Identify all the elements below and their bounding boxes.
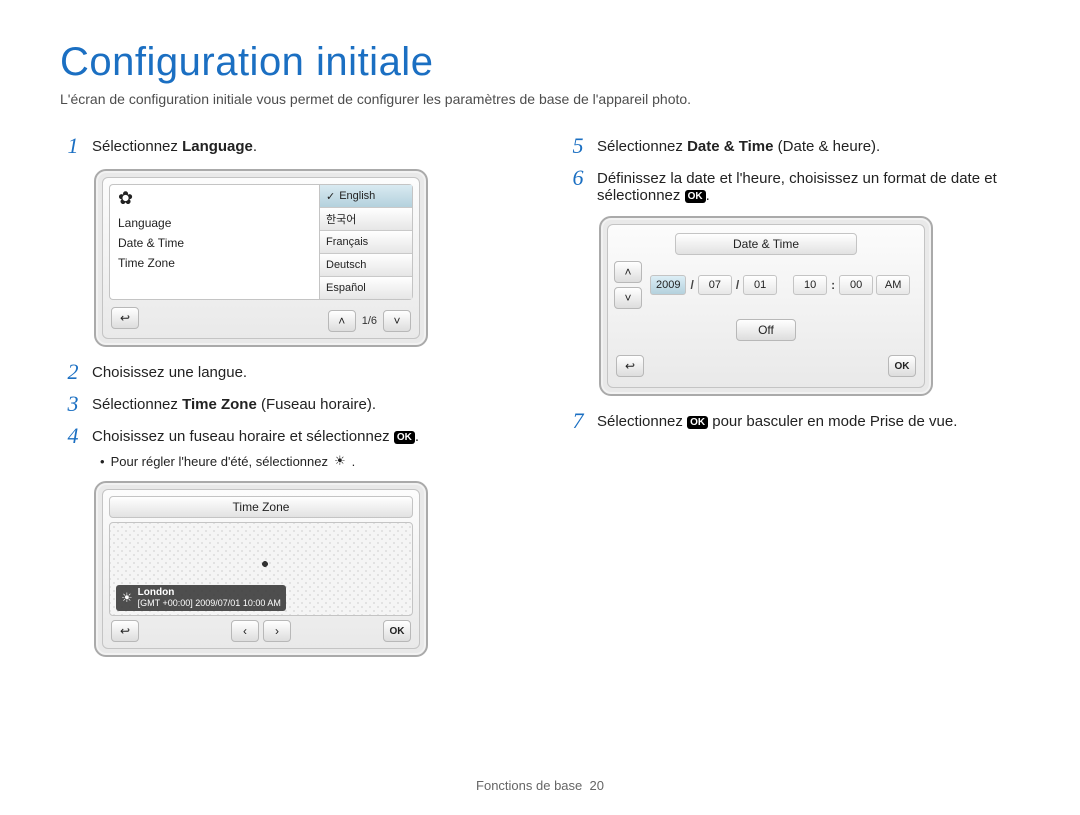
date-sep: / (689, 278, 694, 292)
step-number: 5 (565, 135, 591, 157)
step-7-prefix: Sélectionnez (597, 413, 687, 430)
step-6-prefix: Définissez la date et l'heure, choisisse… (597, 170, 997, 204)
menu-item-time-zone[interactable]: Time Zone (118, 253, 311, 273)
step-number: 7 (565, 410, 591, 432)
step-number: 2 (60, 361, 86, 383)
step-number: 1 (60, 135, 86, 157)
step-4-bullet: • Pour régler l'heure d'été, sélectionne… (100, 453, 515, 469)
date-format-off-button[interactable]: Off (736, 319, 796, 341)
lang-option-korean[interactable]: 한국어 (320, 208, 412, 231)
gear-icon: ✿ (118, 189, 311, 207)
step-5: 5 Sélectionnez Date & Time (Date & heure… (565, 135, 1020, 157)
step-1-prefix: Sélectionnez (92, 138, 182, 155)
date-time-title: Date & Time (675, 233, 857, 255)
step-number: 4 (60, 425, 86, 447)
tz-city: London (138, 587, 281, 598)
lang-option-english[interactable]: ✓ English (320, 185, 412, 208)
footer-page-number: 20 (590, 778, 604, 793)
page-down-button[interactable]: ˅ (383, 310, 411, 332)
intro-text: L'écran de configuration initiale vous p… (60, 91, 1020, 107)
value-up-button[interactable]: ˄ (614, 261, 642, 283)
step-1-bold: Language (182, 138, 253, 155)
time-zone-title: Time Zone (109, 496, 413, 518)
ok-icon: OK (687, 416, 708, 429)
step-6: 6 Définissez la date et l'heure, choisis… (565, 167, 1020, 204)
dst-icon[interactable] (121, 590, 133, 606)
footer-section: Fonctions de base (476, 778, 582, 793)
step-4: 4 Choisissez un fuseau horaire et sélect… (60, 425, 515, 447)
time-zone-map[interactable]: London [GMT +00:00] 2009/07/01 10:00 AM (109, 522, 413, 616)
page-up-button[interactable]: ˄ (328, 310, 356, 332)
step-3-prefix: Sélectionnez (92, 396, 182, 413)
left-button[interactable]: ‹ (231, 620, 259, 642)
back-button[interactable]: ↩ (616, 355, 644, 377)
step-number: 6 (565, 167, 591, 189)
sun-icon (334, 453, 346, 469)
right-button[interactable]: › (263, 620, 291, 642)
step-1-suffix: . (253, 138, 257, 155)
time-sep: : (830, 278, 836, 292)
step-6-suffix: . (706, 187, 710, 204)
panel-date-time: Date & Time ˄ ˅ 2009 / 07 / 01 (599, 216, 933, 396)
step-3: 3 Sélectionnez Time Zone (Fuseau horaire… (60, 393, 515, 415)
step-7-suffix: pour basculer en mode Prise de vue. (708, 413, 957, 430)
menu-item-date-time[interactable]: Date & Time (118, 233, 311, 253)
pager-text: 1/6 (360, 315, 379, 327)
ok-icon: OK (394, 431, 415, 444)
check-icon: ✓ (326, 190, 335, 203)
back-button[interactable]: ↩ (111, 620, 139, 642)
step-7: 7 Sélectionnez OK pour basculer en mode … (565, 410, 1020, 432)
panel-time-zone: Time Zone London [GMT +00:00] 2009/07/01… (94, 481, 428, 657)
lang-option-francais[interactable]: Français (320, 231, 412, 254)
day-field[interactable]: 01 (743, 275, 777, 295)
step-1: 1 Sélectionnez Language. (60, 135, 515, 157)
ampm-field[interactable]: AM (876, 275, 910, 295)
step-5-suffix: (Date & heure). (773, 138, 880, 155)
month-field[interactable]: 07 (698, 275, 732, 295)
back-button[interactable]: ↩ (111, 307, 139, 329)
date-sep: / (735, 278, 740, 292)
lang-option-espanol[interactable]: Español (320, 277, 412, 299)
step-2-text: Choisissez une langue. (92, 361, 515, 381)
tz-gmt: [GMT +00:00] 2009/07/01 10:00 AM (138, 598, 281, 608)
hour-field[interactable]: 10 (793, 275, 827, 295)
step-3-bold: Time Zone (182, 396, 257, 413)
ok-button[interactable]: OK (383, 620, 411, 642)
ok-icon: OK (685, 190, 706, 203)
page-title: Configuration initiale (60, 40, 1020, 85)
panel-language: ✿ Language Date & Time Time Zone ✓ Engli… (94, 169, 428, 347)
step-5-prefix: Sélectionnez (597, 138, 687, 155)
step-3-suffix: (Fuseau horaire). (257, 396, 376, 413)
step-5-bold: Date & Time (687, 138, 773, 155)
step-number: 3 (60, 393, 86, 415)
menu-item-language[interactable]: Language (118, 213, 311, 233)
map-marker (260, 559, 270, 569)
time-zone-info: London [GMT +00:00] 2009/07/01 10:00 AM (116, 585, 286, 611)
step-2: 2 Choisissez une langue. (60, 361, 515, 383)
minute-field[interactable]: 00 (839, 275, 873, 295)
step-4-prefix: Choisissez un fuseau horaire et sélectio… (92, 428, 394, 445)
value-down-button[interactable]: ˅ (614, 287, 642, 309)
step-4-suffix: . (415, 428, 419, 445)
year-field[interactable]: 2009 (650, 275, 686, 295)
ok-button[interactable]: OK (888, 355, 916, 377)
page-footer: Fonctions de base 20 (0, 778, 1080, 793)
lang-option-deutsch[interactable]: Deutsch (320, 254, 412, 277)
